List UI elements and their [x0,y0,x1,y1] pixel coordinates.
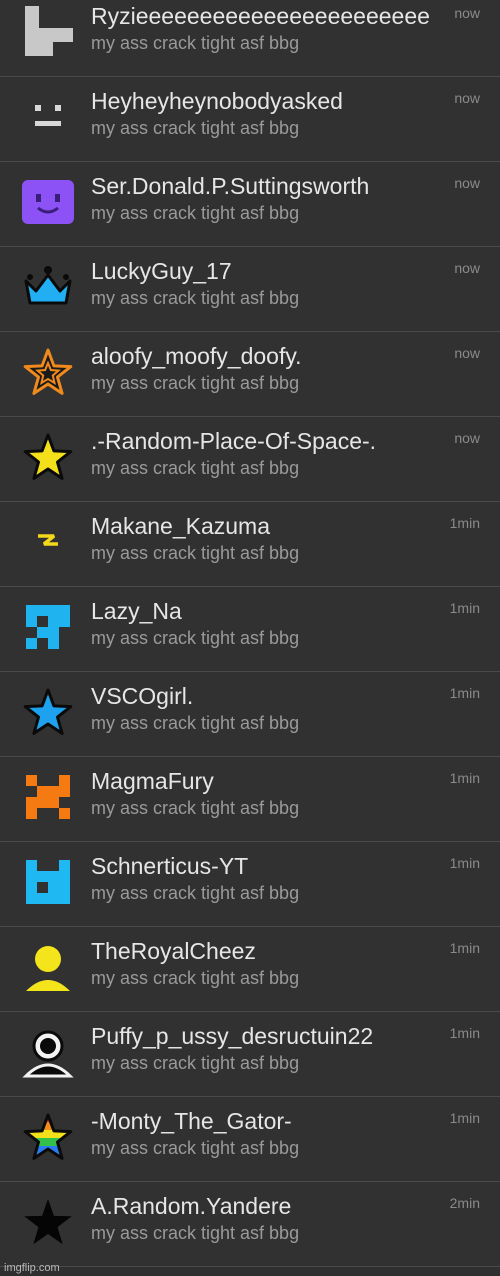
message-preview: my ass crack tight asf bbg [91,968,300,988]
timestamp: 1min [449,515,480,531]
timestamp: 1min [449,1025,480,1041]
username: Ser.Donald.P.Suttingsworth [91,173,370,199]
message-preview: my ass crack tight asf bbg [91,1053,300,1073]
message-preview: my ass crack tight asf bbg [91,288,300,308]
message-preview: my ass crack tight asf bbg [91,798,300,818]
list-item[interactable]: VSCOgirl. my ass crack tight asf bbg 1mi… [0,672,500,757]
orange-x-pixel-icon [22,771,74,823]
username: A.Random.Yandere [91,1193,292,1219]
list-item[interactable]: MagmaFury my ass crack tight asf bbg 1mi… [0,757,500,842]
username: Schnerticus-YT [91,853,249,879]
message-preview: my ass crack tight asf bbg [91,203,300,223]
timestamp: now [454,345,480,361]
small-face-icon [22,91,74,143]
lightning-icon [22,516,74,568]
blue-crown-icon [22,261,74,313]
grey-block-face-icon [22,6,74,58]
username: LuckyGuy_17 [91,258,232,284]
username: Makane_Kazuma [91,513,270,539]
list-item[interactable]: .-Random-Place-Of-Space-. my ass crack t… [0,417,500,502]
list-item[interactable]: Ser.Donald.P.Suttingsworth my ass crack … [0,162,500,247]
username: Heyheyheynobodyasked [91,88,343,114]
message-preview: my ass crack tight asf bbg [91,1223,300,1243]
username: Puffy_p_ussy_desructuin22 [91,1023,374,1049]
timestamp: now [454,90,480,106]
username: .-Random-Place-Of-Space-. [91,428,377,454]
yellow-person-icon [22,941,74,993]
list-item[interactable]: -Monty_The_Gator- my ass crack tight asf… [0,1097,500,1182]
timestamp: 1min [449,1110,480,1126]
timestamp: 1min [449,940,480,956]
username: Ryzieeeeeeeeeeeeeeeeeeeeeee [91,3,430,29]
list-item[interactable]: Puffy_p_ussy_desructuin22 my ass crack t… [0,1012,500,1097]
message-preview: my ass crack tight asf bbg [91,373,300,393]
message-preview: my ass crack tight asf bbg [91,458,300,478]
message-preview: my ass crack tight asf bbg [91,118,300,138]
black-star-icon [22,1196,74,1248]
list-item[interactable]: Makane_Kazuma my ass crack tight asf bbg… [0,502,500,587]
cyan-pixel-icon [22,601,74,653]
rainbow-star-icon [22,1111,74,1163]
username: MagmaFury [91,768,214,794]
message-preview: my ass crack tight asf bbg [91,628,300,648]
list-item[interactable]: aloofy_moofy_doofy. my ass crack tight a… [0,332,500,417]
username: aloofy_moofy_doofy. [91,343,302,369]
list-item[interactable]: Lazy_Na my ass crack tight asf bbg 1min [0,587,500,672]
timestamp: 1min [449,600,480,616]
message-preview: my ass crack tight asf bbg [91,883,300,903]
timestamp: now [454,430,480,446]
timestamp: now [454,175,480,191]
username: -Monty_The_Gator- [91,1108,292,1134]
message-preview: my ass crack tight asf bbg [91,713,300,733]
list-item[interactable]: A.Random.Yandere my ass crack tight asf … [0,1182,500,1267]
message-list: Ryzieeeeeeeeeeeeeeeeeeeeeee my ass crack… [0,0,500,1267]
timestamp: now [454,260,480,276]
yellow-star-icon [22,431,74,483]
list-item[interactable]: LuckyGuy_17 my ass crack tight asf bbg n… [0,247,500,332]
message-preview: my ass crack tight asf bbg [91,33,300,53]
message-preview: my ass crack tight asf bbg [91,543,300,563]
timestamp: 1min [449,685,480,701]
timestamp: 2min [449,1195,480,1211]
blue-star-icon [22,686,74,738]
timestamp: 1min [449,855,480,871]
message-preview: my ass crack tight asf bbg [91,1138,300,1158]
watermark: imgflip.com [4,1262,60,1274]
white-person-icon [22,1026,74,1078]
timestamp: 1min [449,770,480,786]
orange-outline-star-icon [22,346,74,398]
list-item[interactable]: Ryzieeeeeeeeeeeeeeeeeeeeeee my ass crack… [0,0,500,77]
list-item[interactable]: TheRoyalCheez my ass crack tight asf bbg… [0,927,500,1012]
timestamp: now [454,5,480,21]
username: Lazy_Na [91,598,182,624]
purple-face-icon [22,176,74,228]
username: VSCOgirl. [91,683,194,709]
list-item[interactable]: Schnerticus-YT my ass crack tight asf bb… [0,842,500,927]
username: TheRoyalCheez [91,938,256,964]
list-item[interactable]: Heyheyheynobodyasked my ass crack tight … [0,77,500,162]
cyan-checker-pixel-icon [22,856,74,908]
